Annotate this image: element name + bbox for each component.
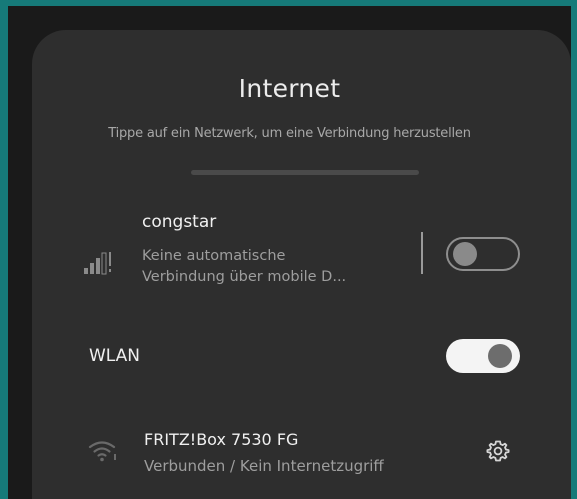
section-divider	[191, 170, 419, 175]
toggle-knob	[488, 344, 512, 368]
mobile-network-status-line1: Keine automatische	[142, 248, 286, 264]
wifi-network-status: Verbunden / Kein Internetzugriff	[144, 457, 384, 475]
gear-icon[interactable]	[486, 439, 510, 463]
wifi-network-name: FRITZ!Box 7530 FG	[144, 430, 299, 449]
mobile-data-toggle[interactable]	[446, 237, 520, 271]
panel-title: Internet	[238, 74, 341, 103]
phone-screen: Internet Tippe auf ein Netzwerk, um eine…	[8, 6, 571, 499]
panel-subtitle: Tippe auf ein Netzwerk, um eine Verbindu…	[108, 126, 471, 141]
mobile-network-status-line2: Verbindung über mobile D...	[142, 269, 347, 285]
cellular-signal-icon	[84, 252, 111, 275]
toggle-separator	[421, 232, 423, 274]
wifi-icon	[88, 441, 116, 462]
mobile-network-name: congstar	[142, 212, 217, 232]
wlan-label: WLAN	[89, 346, 141, 366]
wlan-toggle[interactable]	[446, 339, 520, 373]
toggle-knob	[453, 242, 477, 266]
